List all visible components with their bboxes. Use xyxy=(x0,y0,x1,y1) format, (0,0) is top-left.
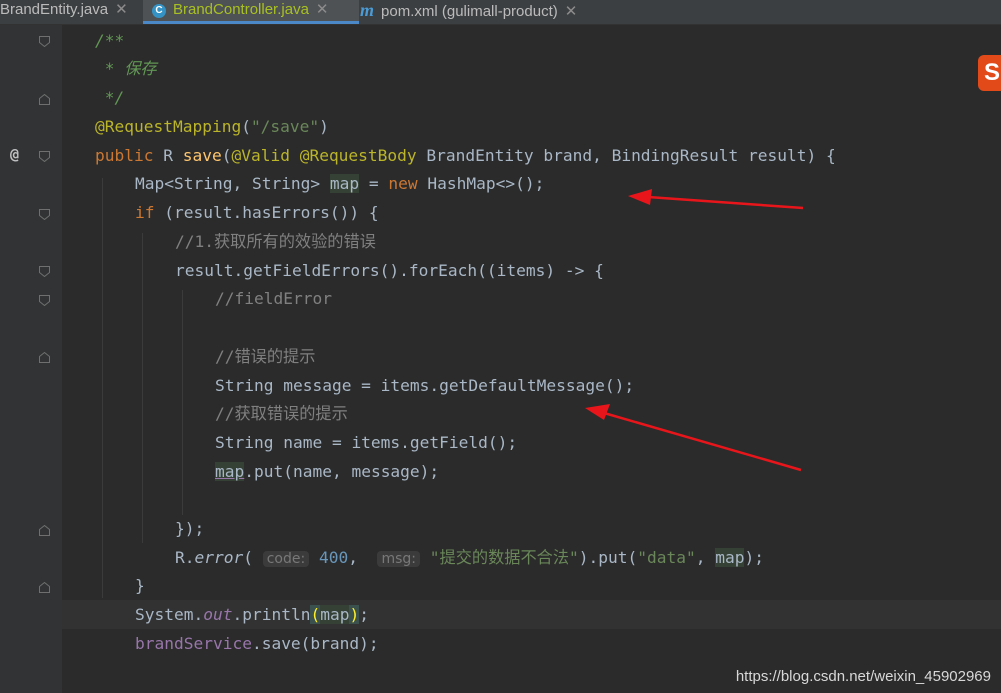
watermark: https://blog.csdn.net/weixin_45902969 xyxy=(735,668,991,685)
red-arrow-icon xyxy=(628,189,804,210)
red-arrow-icon xyxy=(585,404,802,472)
sogou-logo-icon: S xyxy=(978,55,1001,91)
annotation-overlay xyxy=(585,189,804,472)
